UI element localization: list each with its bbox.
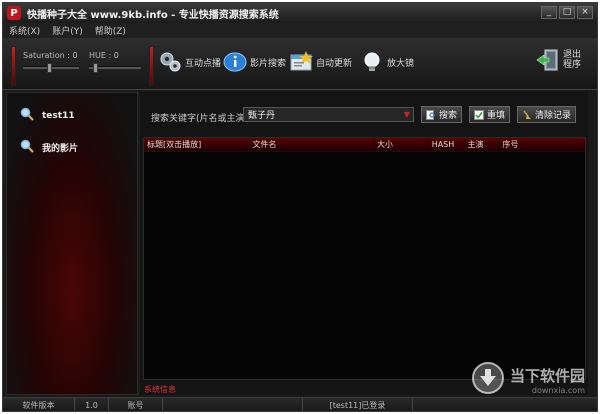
dropdown-arrow-icon[interactable]: ▼ <box>401 110 413 119</box>
app-window: P 快播种子大全 www.9kb.info - 专业快播资源搜索系统 _ □ ×… <box>2 2 598 412</box>
auto-update-label: 自动更新 <box>316 58 353 69</box>
exit-label-line1: 退出 <box>563 50 582 60</box>
watermark-main-text: 当下软件园 <box>509 366 585 385</box>
window-title: 快播种子大全 www.9kb.info - 专业快播资源搜索系统 <box>27 9 279 21</box>
column-header-filename[interactable]: 文件名 <box>250 138 374 152</box>
menu-bar: 系统(X) 账户(Y) 帮助(Z) <box>3 23 597 38</box>
clear-records-button-label: 清除记录 <box>535 111 572 121</box>
hue-slider-thumb[interactable] <box>93 63 98 73</box>
auto-update-button[interactable]: 自动更新 <box>289 50 352 74</box>
window-controls: _ □ × <box>541 6 593 19</box>
gears-icon <box>158 50 182 74</box>
status-login-state: [test11]已登录 <box>303 397 413 411</box>
watermark: 当下软件园 downxia.com <box>471 361 585 398</box>
minimize-button[interactable]: _ <box>541 6 557 19</box>
column-header-hash[interactable]: HASH <box>429 138 465 152</box>
sidebar: test11 我的影片 <box>6 92 138 395</box>
table-header: 标题[双击播放] 文件名 大小 HASH 主演 序号 <box>144 138 585 152</box>
saturation-control: Saturation : 0 <box>23 51 79 73</box>
search-label: 搜索关键字(片名或主演) <box>151 114 249 124</box>
magnifier-tool-button[interactable]: 放大镜 <box>360 50 414 74</box>
hue-control: HUE : 0 <box>89 51 141 73</box>
column-header-index[interactable]: 序号 <box>499 138 585 152</box>
main-panel: 搜索关键字(片名或主演) 甄子丹 ▼ 搜索 重填 清除记录 标题[双击播放] 文… <box>140 92 588 395</box>
broom-icon <box>522 110 532 120</box>
toolbar: Saturation : 0 HUE : 0 互动点播 影片搜索 自动更新 放大… <box>3 38 597 90</box>
exit-label-line2: 程序 <box>563 60 582 70</box>
search-button[interactable]: 搜索 <box>421 106 463 123</box>
close-button[interactable]: × <box>577 6 593 19</box>
bulb-icon <box>360 50 384 74</box>
interactive-vod-button[interactable]: 互动点播 <box>158 50 221 74</box>
app-logo-icon: P <box>7 6 21 20</box>
saturation-slider[interactable] <box>23 63 79 73</box>
column-header-size[interactable]: 大小 <box>374 138 429 152</box>
results-table[interactable]: 标题[双击播放] 文件名 大小 HASH 主演 序号 <box>143 137 586 380</box>
magnifier-icon <box>20 107 34 124</box>
saturation-slider-thumb[interactable] <box>47 63 52 73</box>
exit-door-icon <box>536 48 560 72</box>
search-keyword-combo[interactable]: 甄子丹 ▼ <box>243 107 414 122</box>
update-icon <box>289 50 313 74</box>
sidebar-item-label: 我的影片 <box>42 144 79 154</box>
reset-button[interactable]: 重填 <box>469 106 511 123</box>
title-bar: P 快播种子大全 www.9kb.info - 专业快播资源搜索系统 _ □ × <box>3 3 597 23</box>
interactive-vod-label: 互动点播 <box>185 58 222 69</box>
sidebar-item-my-movies[interactable]: 我的影片 <box>20 139 78 156</box>
status-extra <box>413 398 597 412</box>
sidebar-item-test11[interactable]: test11 <box>20 107 75 124</box>
info-icon <box>223 50 247 74</box>
column-header-title[interactable]: 标题[双击播放] <box>144 138 250 152</box>
search-keyword-value: 甄子丹 <box>248 111 276 121</box>
sidebar-item-label: test11 <box>42 110 75 121</box>
exit-program-button[interactable]: 退出 程序 <box>536 48 581 72</box>
level-bar-left <box>11 46 16 86</box>
check-icon <box>474 109 484 120</box>
watermark-sub-text: downxia.com <box>531 385 585 395</box>
movie-search-button[interactable]: 影片搜索 <box>223 50 286 74</box>
status-version-label: 软件版本 <box>3 397 75 411</box>
status-account-label: 账号 <box>109 397 163 411</box>
status-version-value: 1.0 <box>75 397 109 411</box>
maximize-button[interactable]: □ <box>559 6 575 19</box>
column-header-actor[interactable]: 主演 <box>465 138 500 152</box>
clear-records-button[interactable]: 清除记录 <box>517 106 577 123</box>
menu-help[interactable]: 帮助(Z) <box>95 24 126 37</box>
menu-account[interactable]: 账户(Y) <box>52 24 83 37</box>
saturation-label: Saturation : 0 <box>23 51 78 60</box>
status-bar: 软件版本 1.0 账号 [test11]已登录 <box>3 397 597 412</box>
reset-button-label: 重填 <box>487 111 506 121</box>
level-bar-right <box>149 46 154 86</box>
movie-search-label: 影片搜索 <box>250 58 287 69</box>
watermark-text: 当下软件园 downxia.com <box>510 365 585 395</box>
status-account-value <box>163 397 303 411</box>
magnifier-icon <box>20 139 34 156</box>
search-doc-icon <box>426 109 436 120</box>
hue-slider[interactable] <box>89 63 141 73</box>
magnifier-tool-label: 放大镜 <box>387 58 415 69</box>
system-info-label: 系统信息 <box>144 385 176 394</box>
menu-system[interactable]: 系统(X) <box>9 24 40 37</box>
hue-label: HUE : 0 <box>89 51 119 60</box>
exit-label-group: 退出 程序 <box>563 50 581 70</box>
search-button-label: 搜索 <box>439 111 458 121</box>
download-logo-icon <box>471 361 505 398</box>
